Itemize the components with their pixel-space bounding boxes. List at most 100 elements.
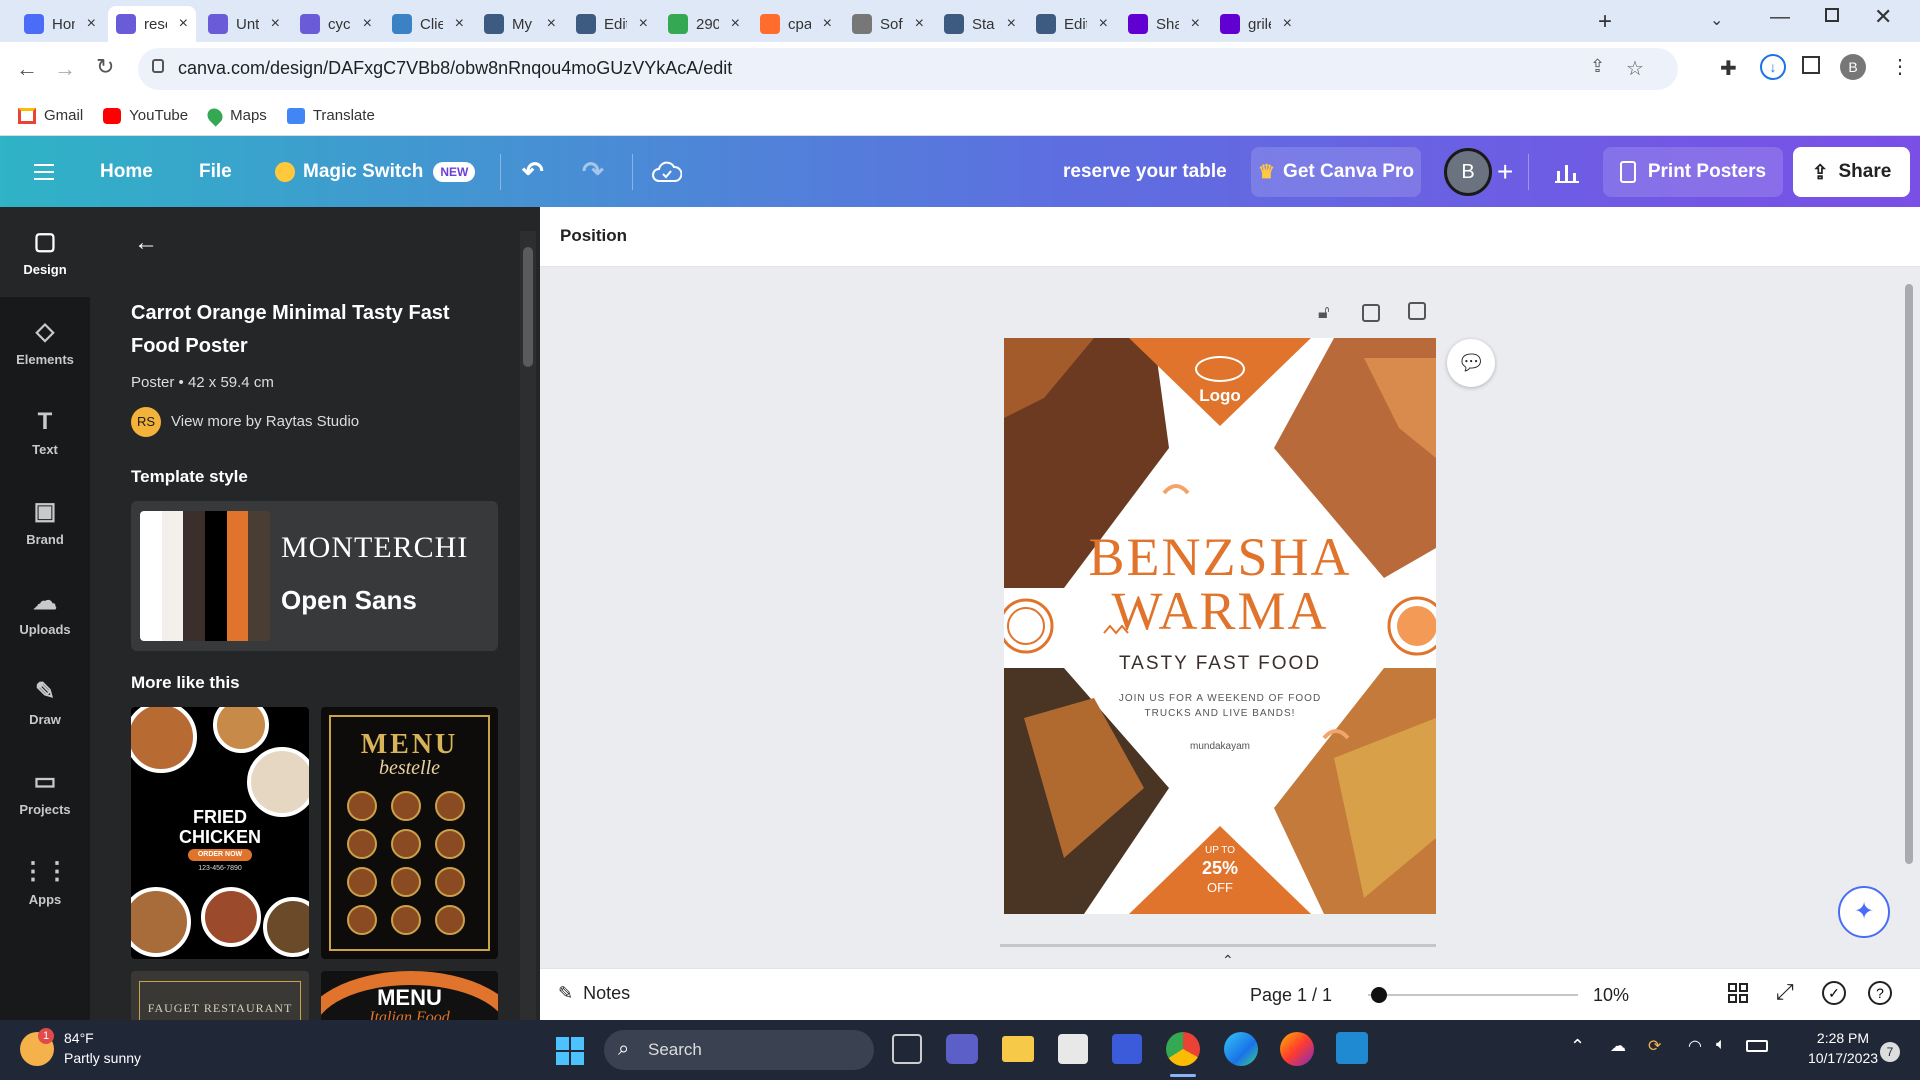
template-style-card[interactable]: MONTERCHI Open Sans: [131, 501, 498, 651]
duplicate-page-icon[interactable]: [1362, 304, 1380, 322]
comment-icon[interactable]: 💬︎: [1447, 339, 1495, 387]
weather-desc[interactable]: Partly sunny: [64, 1050, 141, 1066]
browser-tab[interactable]: 290 ×: [660, 6, 748, 42]
browser-tab[interactable]: grile ×: [1212, 6, 1300, 42]
browser-menu-icon[interactable]: ⋮: [1890, 54, 1910, 79]
cloud-saved-icon[interactable]: [652, 136, 682, 207]
position-button[interactable]: Position: [560, 226, 627, 246]
page-counter[interactable]: Page 1 / 1: [1250, 985, 1332, 1006]
rail-item-uploads[interactable]: ☁ Uploads: [0, 572, 90, 652]
template-thumbnail-menu[interactable]: MENU bestelle: [321, 707, 498, 959]
author-link[interactable]: View more by Raytas Studio: [171, 413, 359, 430]
notification-count[interactable]: 7: [1880, 1042, 1900, 1062]
tab-close-icon[interactable]: ×: [639, 15, 648, 33]
rail-item-elements[interactable]: ◇ Elements: [0, 302, 90, 382]
share-button[interactable]: ⇪ Share: [1793, 147, 1910, 197]
browser-tab[interactable]: cpar ×: [752, 6, 840, 42]
rail-item-brand[interactable]: ▣ Brand: [0, 482, 90, 562]
canvas-scrollbar[interactable]: [1902, 270, 1916, 940]
show-hidden-icons-chevron[interactable]: ⌃: [1570, 1036, 1585, 1057]
check-icon[interactable]: ✓: [1822, 981, 1846, 1005]
bookmark-youtube[interactable]: YouTube: [103, 107, 188, 124]
sidepanel-icon[interactable]: [1802, 56, 1820, 74]
rail-item-apps[interactable]: ⋮⋮ Apps: [0, 842, 90, 922]
app-icon[interactable]: [1112, 1034, 1142, 1064]
notes-button[interactable]: ✎ Notes: [558, 983, 630, 1004]
panel-scrollbar-thumb[interactable]: [523, 247, 533, 367]
close-window-button[interactable]: ✕: [1874, 4, 1892, 30]
browser-tab[interactable]: Hon ×: [16, 6, 104, 42]
browser-tab[interactable]: Edit ×: [568, 6, 656, 42]
weather-temp[interactable]: 84°F: [64, 1030, 94, 1046]
new-tab-button[interactable]: +: [1598, 8, 1612, 36]
undo-icon[interactable]: ↶: [522, 136, 544, 207]
browser-tab[interactable]: Edit ×: [1028, 6, 1116, 42]
download-icon[interactable]: ↓: [1760, 54, 1786, 80]
taskbar-search-box[interactable]: ⌕ Search: [604, 1030, 874, 1070]
analytics-icon[interactable]: [1555, 136, 1579, 207]
url-omnibox[interactable]: canva.com/design/DAFxgC7VBb8/obw8nRnqou4…: [138, 48, 1678, 90]
add-collaborator-icon[interactable]: +: [1497, 136, 1513, 207]
rail-item-projects[interactable]: ▭ Projects: [0, 752, 90, 832]
vscode-icon[interactable]: [1336, 1032, 1368, 1064]
profile-avatar[interactable]: B: [1840, 54, 1866, 80]
design-title[interactable]: reserve your table: [1063, 136, 1227, 207]
zoom-slider-track[interactable]: [1368, 987, 1578, 1003]
forward-arrow-icon[interactable]: →: [54, 56, 76, 82]
browser-tab[interactable]: Star ×: [936, 6, 1024, 42]
add-page-icon[interactable]: [1408, 302, 1426, 320]
rail-item-draw[interactable]: ✎ Draw: [0, 662, 90, 742]
file-explorer-icon[interactable]: [1002, 1036, 1034, 1062]
help-icon[interactable]: ?: [1868, 981, 1892, 1005]
teams-icon[interactable]: [946, 1034, 978, 1064]
battery-icon[interactable]: [1746, 1040, 1768, 1052]
tab-close-icon[interactable]: ×: [179, 15, 188, 33]
panel-scrollbar-track[interactable]: [520, 231, 536, 1021]
tab-close-icon[interactable]: ×: [271, 15, 280, 33]
home-button[interactable]: Home: [100, 136, 153, 207]
task-view-icon[interactable]: [892, 1034, 922, 1064]
canvas-scrollbar-thumb[interactable]: [1905, 284, 1913, 864]
file-menu-button[interactable]: File: [199, 136, 232, 207]
tab-close-icon[interactable]: ×: [455, 15, 464, 33]
zoom-level[interactable]: 10%: [1593, 985, 1629, 1006]
tab-close-icon[interactable]: ×: [731, 15, 740, 33]
grid-view-icon[interactable]: [1728, 983, 1748, 1003]
user-avatar[interactable]: B: [1444, 148, 1492, 196]
lock-page-icon[interactable]: 🔓︎: [1318, 302, 1330, 323]
chrome-icon[interactable]: [1166, 1032, 1200, 1066]
browser-tab[interactable]: cycle ×: [292, 6, 380, 42]
get-canva-pro-button[interactable]: ♛ Get Canva Pro: [1251, 147, 1421, 197]
hamburger-menu-icon[interactable]: [34, 136, 56, 207]
back-arrow-icon[interactable]: ←: [134, 229, 158, 257]
browser-tab[interactable]: Clie ×: [384, 6, 472, 42]
bookmark-maps[interactable]: Maps: [204, 104, 267, 127]
tab-close-icon[interactable]: ×: [547, 15, 556, 33]
tab-close-icon[interactable]: ×: [1099, 15, 1108, 33]
tab-close-icon[interactable]: ×: [915, 15, 924, 33]
bookmark-gmail[interactable]: Gmail: [18, 107, 83, 124]
poster-canvas[interactable]: Logo BENZSHA WARMA TASTY FAST FOOD JOIN …: [1004, 338, 1436, 914]
minimize-button[interactable]: —: [1770, 6, 1790, 29]
tab-close-icon[interactable]: ×: [1191, 15, 1200, 33]
redo-icon[interactable]: ↷: [582, 136, 604, 207]
volume-icon[interactable]: 🔈︎: [1716, 1036, 1726, 1054]
tab-search-icon[interactable]: ⌄: [1710, 10, 1723, 30]
windows-start-icon[interactable]: [556, 1037, 584, 1065]
store-icon[interactable]: [1058, 1034, 1088, 1064]
cloud-tray-icon[interactable]: ☁: [1610, 1036, 1626, 1056]
fullscreen-icon[interactable]: ⤢: [1776, 979, 1794, 1005]
template-thumbnail-fried-chicken[interactable]: FRIED CHICKEN ORDER NOW 123-456-7890: [131, 707, 309, 959]
share-page-icon[interactable]: ⇪: [1590, 56, 1605, 77]
tab-close-icon[interactable]: ×: [823, 15, 832, 33]
tab-close-icon[interactable]: ×: [87, 15, 96, 33]
magic-switch-button[interactable]: Magic Switch NEW: [275, 136, 476, 207]
url-text[interactable]: canva.com/design/DAFxgC7VBb8/obw8nRnqou4…: [178, 58, 732, 79]
browser-tab[interactable]: Soft ×: [844, 6, 932, 42]
rail-item-text[interactable]: T Text: [0, 392, 90, 472]
maximize-button[interactable]: [1825, 8, 1839, 22]
clock-time[interactable]: 2:28 PM: [1788, 1030, 1898, 1046]
tab-close-icon[interactable]: ×: [1283, 15, 1292, 33]
browser-tab[interactable]: Unti ×: [200, 6, 288, 42]
zoom-slider-knob[interactable]: [1371, 987, 1387, 1003]
